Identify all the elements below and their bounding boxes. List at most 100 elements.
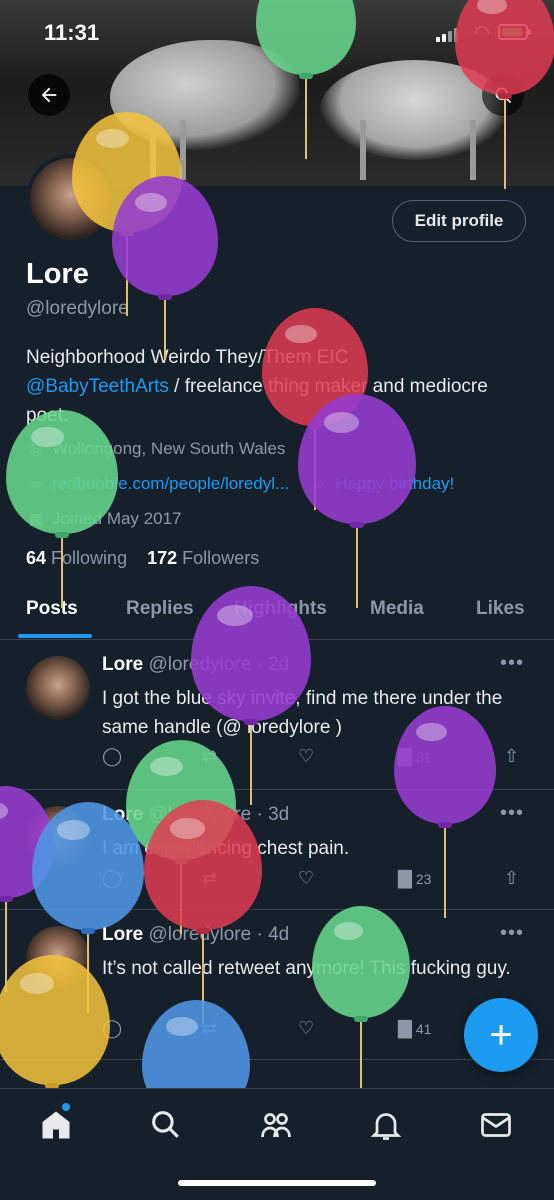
tab-replies[interactable]: Replies (126, 598, 194, 620)
more-icon[interactable]: ••• (500, 802, 524, 825)
battery-icon (498, 24, 531, 40)
profile-name: Lore (26, 258, 89, 290)
balloon-icon (112, 176, 218, 364)
post-author[interactable]: Lore (102, 804, 143, 825)
tab-likes[interactable]: Likes (476, 598, 525, 620)
views-icon: ▇ (398, 746, 412, 766)
post-header: Lore @loredylore · 2d (102, 654, 290, 675)
views-button[interactable]: ▇ 23 (398, 868, 431, 889)
more-icon[interactable]: ••• (500, 652, 524, 675)
views-icon: ▇ (398, 868, 412, 888)
follow-stats: 64 Following 172 Followers (26, 548, 259, 569)
post-time: 3d (268, 804, 290, 825)
deer-leg (360, 120, 366, 180)
share-icon[interactable]: ⇧ (504, 746, 519, 767)
bio-text: Neighborhood Weirdo They/Them EIC (26, 347, 349, 368)
views-button[interactable]: ▇ 31 (398, 746, 431, 767)
signal-icon (436, 28, 458, 42)
views-button[interactable]: ▇ 41 (398, 1018, 431, 1039)
notification-dot (62, 1103, 70, 1111)
post-time: 2d (268, 654, 290, 675)
views-count: 23 (415, 870, 432, 887)
post-avatar[interactable] (26, 656, 90, 720)
location-row: ◎ Wollongong, New South Wales (26, 439, 285, 459)
nav-home[interactable] (38, 1107, 78, 1147)
bio-mention-link[interactable]: @BabyTeethArts (26, 376, 169, 397)
post-author[interactable]: Lore (102, 924, 143, 945)
views-count: 31 (415, 748, 432, 765)
following-link[interactable]: 64 Following (26, 548, 127, 568)
wifi-icon: ◠ (474, 22, 490, 42)
edit-profile-button[interactable]: Edit profile (392, 200, 526, 242)
deer-leg (150, 120, 156, 180)
reply-icon[interactable]: ◯ (102, 1018, 122, 1039)
followers-link[interactable]: 172 Followers (147, 548, 259, 568)
post-item[interactable]: Lore @loredylore · 3d ••• I am experienc… (0, 790, 554, 910)
search-icon (152, 1111, 179, 1138)
repost-icon[interactable]: ⇄ (202, 868, 217, 889)
post-author[interactable]: Lore (102, 654, 143, 675)
post-actions: ◯ ⇄ ♡ ▇ 23 ⇧ (102, 868, 528, 892)
tab-media[interactable]: Media (370, 598, 424, 620)
nav-communities[interactable] (258, 1107, 298, 1147)
post-header: Lore @loredylore · 4d (102, 924, 290, 945)
status-bar: 11:31 ◠ (0, 0, 554, 66)
post-actions: ◯ ⇄ ♡ ▇ 31 ⇧ (102, 746, 528, 770)
post-header: Lore @loredylore · 3d (102, 804, 290, 825)
post-handle: @loredylore (148, 654, 252, 675)
nav-notifications[interactable] (368, 1107, 408, 1147)
profile-bio: Neighborhood Weirdo They/Them EIC @BabyT… (26, 343, 506, 430)
tab-highlights[interactable]: Highlights (234, 598, 327, 620)
post-text: I got the blue sky invite, find me there… (102, 688, 503, 738)
profile-avatar[interactable] (26, 154, 116, 244)
post-handle: @loredylore (148, 924, 252, 945)
profile-website-link[interactable]: redbubble.com/people/loredyl... (52, 474, 289, 494)
communities-icon (261, 1113, 291, 1138)
plus-icon: + (489, 1013, 513, 1057)
arrow-left-icon (41, 87, 57, 103)
post-time: 4d (268, 924, 290, 945)
nav-search[interactable] (148, 1107, 188, 1147)
post-handle: @loredylore (148, 804, 252, 825)
home-indicator (178, 1180, 376, 1186)
deer-shape (320, 60, 510, 160)
more-icon[interactable]: ••• (500, 922, 524, 945)
messages-icon (481, 1113, 511, 1137)
share-icon[interactable]: ⇧ (504, 868, 519, 889)
active-tab-indicator (18, 634, 92, 638)
reply-icon[interactable]: ◯ (102, 746, 122, 767)
views-icon: ▇ (398, 1018, 412, 1038)
post-text: I am experiencing chest pain. (102, 838, 350, 859)
repost-icon[interactable]: ⇄ (202, 746, 217, 767)
location-pin-icon: ◎ (29, 441, 43, 458)
home-icon (42, 1111, 70, 1139)
balloon-icon: ○ (314, 475, 324, 493)
calendar-icon: ▦ (28, 511, 44, 528)
post-text: It’s not called retweet anymore! This fu… (102, 958, 511, 979)
post-avatar[interactable] (26, 926, 90, 990)
profile-location: Wollongong, New South Wales (52, 439, 286, 458)
deer-leg (470, 120, 476, 180)
link-icon: ∞ (30, 475, 42, 493)
reply-icon[interactable]: ◯ (102, 868, 122, 889)
search-icon (495, 87, 512, 104)
back-button[interactable] (28, 74, 70, 116)
like-icon[interactable]: ♡ (298, 1018, 314, 1039)
like-icon[interactable]: ♡ (298, 868, 314, 889)
profile-search-button[interactable] (482, 74, 524, 116)
birthday-link[interactable]: Happy birthday! (335, 474, 454, 494)
nav-messages[interactable] (478, 1107, 518, 1147)
compose-button[interactable]: + (464, 998, 538, 1072)
joined-row: ▦ Joined May 2017 (26, 509, 182, 529)
views-count: 41 (415, 1020, 432, 1037)
tab-posts[interactable]: Posts (26, 598, 78, 620)
profile-tabs: Posts Replies Highlights Media Likes (0, 588, 554, 640)
like-icon[interactable]: ♡ (298, 746, 314, 767)
repost-icon[interactable]: ⇄ (202, 1018, 217, 1039)
profile-handle: @loredylore (26, 298, 129, 319)
notifications-icon (370, 1113, 402, 1140)
website-row: ∞ redbubble.com/people/loredyl... ○ Happ… (26, 474, 455, 494)
post-item[interactable]: Lore @loredylore · 2d ••• I got the blue… (0, 640, 554, 790)
deer-leg (180, 120, 186, 180)
post-avatar[interactable] (26, 806, 90, 870)
